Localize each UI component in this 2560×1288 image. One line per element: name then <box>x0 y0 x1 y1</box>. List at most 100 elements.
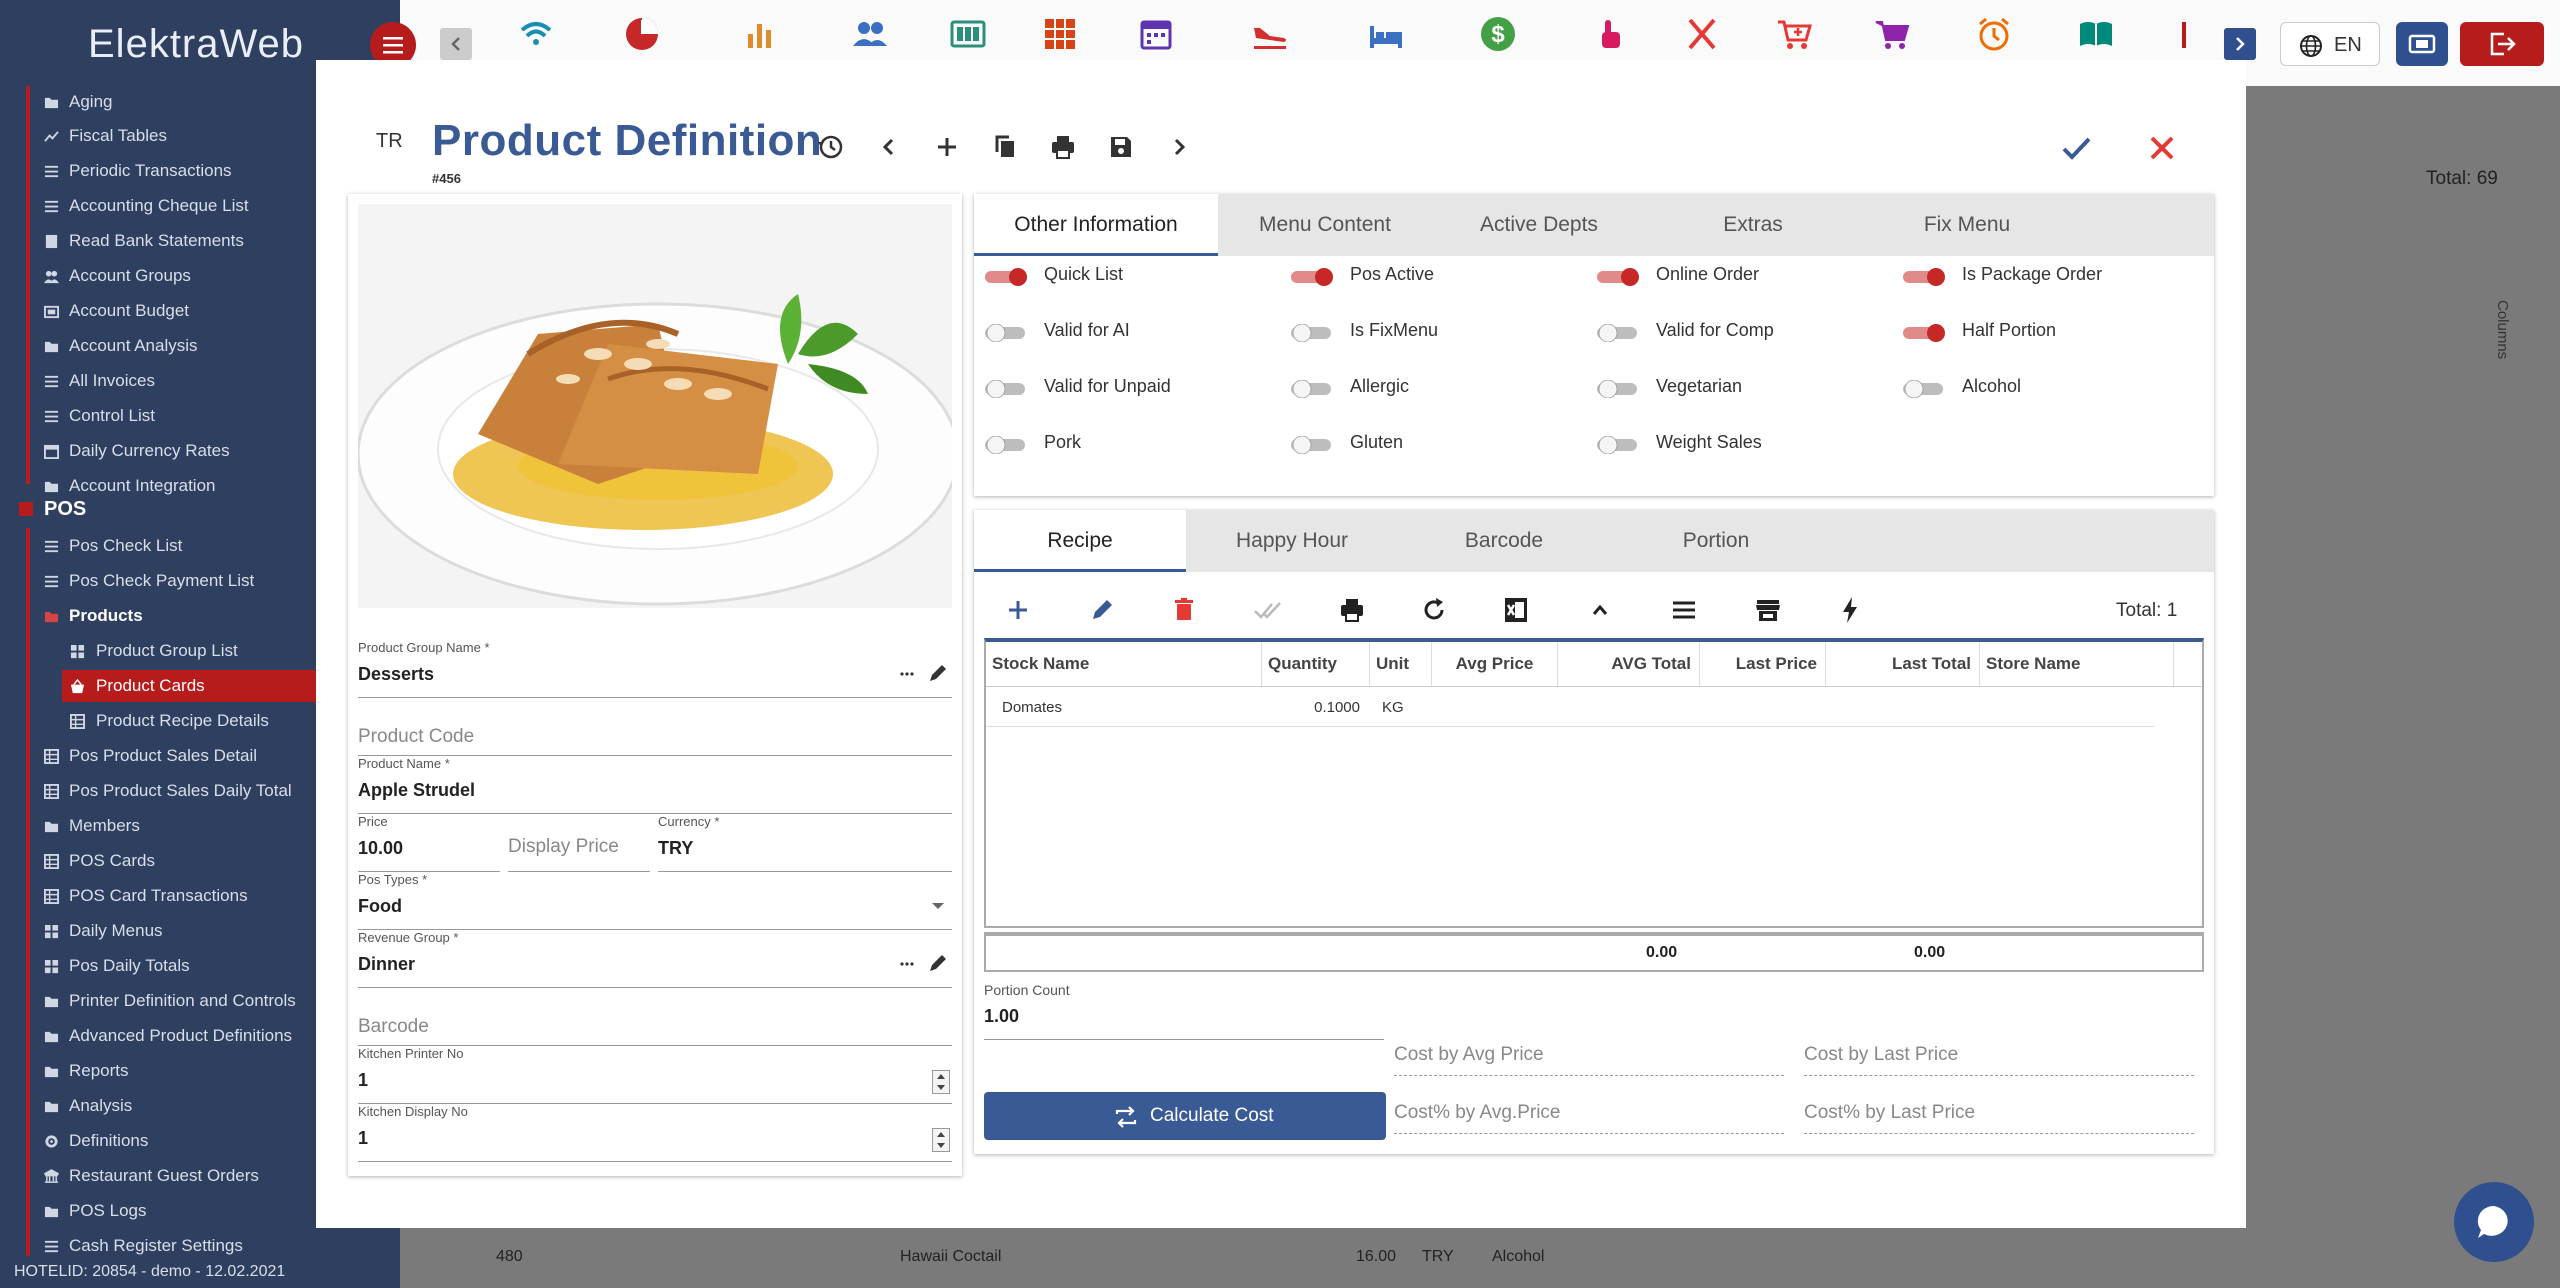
export-excel-button[interactable] <box>1500 594 1532 626</box>
price-input[interactable]: Price 10.00 <box>358 814 500 872</box>
more-icon[interactable] <box>2168 14 2208 54</box>
col-avg-total[interactable]: AVG Total <box>1558 642 1700 686</box>
globe-icon <box>2300 35 2322 57</box>
refresh-button[interactable] <box>1418 594 1450 626</box>
dollar-icon[interactable]: $ <box>1478 14 1518 54</box>
folder-icon <box>44 341 59 353</box>
edit-row-button[interactable] <box>1086 594 1118 626</box>
next-record-button[interactable] <box>1162 130 1196 164</box>
tab-happy-hour[interactable]: Happy Hour <box>1186 510 1398 572</box>
print-button[interactable] <box>1046 130 1080 164</box>
calendar-icon[interactable] <box>1136 14 1176 54</box>
pos-types-select[interactable]: Pos Types * Food <box>358 872 952 930</box>
store-button[interactable] <box>1752 594 1784 626</box>
tab-extras[interactable]: Extras <box>1646 194 1860 256</box>
copy-icon <box>995 135 1014 157</box>
cost-percent-avg-price-field[interactable]: Cost% by Avg.Price <box>1394 1094 1784 1134</box>
flash-button[interactable] <box>1834 594 1866 626</box>
kitchen-display-stepper[interactable]: Kitchen Display No 1 <box>358 1104 952 1162</box>
tab-menu-content[interactable]: Menu Content <box>1218 194 1432 256</box>
product-name-input[interactable]: Product Name * Apple Strudel <box>358 756 952 814</box>
col-last-price[interactable]: Last Price <box>1700 642 1826 686</box>
cutlery-icon[interactable] <box>1682 14 1722 54</box>
barcode-input[interactable]: Barcode <box>358 988 952 1046</box>
col-quantity[interactable]: Quantity <box>1262 642 1370 686</box>
cost-by-last-price-field[interactable]: Cost by Last Price <box>1804 1036 2194 1076</box>
toolbar-prev-button[interactable] <box>440 28 472 60</box>
cash-register-button[interactable] <box>2396 22 2448 66</box>
kitchen-printer-stepper[interactable]: Kitchen Printer No 1 <box>358 1046 952 1104</box>
print-grid-button[interactable] <box>1336 594 1368 626</box>
trash-icon <box>1175 598 1193 620</box>
alarm-icon[interactable] <box>1974 14 2014 54</box>
switch-icon <box>1291 436 1331 454</box>
confirm-button[interactable] <box>2056 128 2096 168</box>
display-price-input[interactable]: Display Price <box>508 814 650 872</box>
chevron-up-icon <box>1592 604 1608 615</box>
toggle-label: Half Portion <box>1962 320 2057 340</box>
cell-stock-name[interactable]: Domates <box>1002 692 1062 724</box>
cart-icon[interactable] <box>1872 14 1912 54</box>
language-tag[interactable]: TR <box>376 130 403 153</box>
lookup-and-edit-icons[interactable] <box>896 662 948 686</box>
book-icon[interactable] <box>2076 14 2116 54</box>
product-group-field[interactable]: Product Group Name * Desserts <box>358 640 952 698</box>
cell-unit[interactable]: KG <box>1382 692 1404 724</box>
menu-lines-button[interactable] <box>1668 594 1700 626</box>
tab-recipe[interactable]: Recipe <box>974 510 1186 572</box>
footer-avg-total: 0.00 <box>1646 944 1678 961</box>
add-row-button[interactable] <box>1002 594 1034 626</box>
add-record-button[interactable] <box>930 130 964 164</box>
columns-toggle[interactable]: Columns <box>2490 290 2520 410</box>
currency-field[interactable]: Currency * TRY <box>658 814 952 872</box>
switch-icon <box>1903 268 1945 286</box>
save-button[interactable] <box>1104 130 1138 164</box>
approve-button[interactable] <box>1252 594 1284 626</box>
col-unit[interactable]: Unit <box>1370 642 1432 686</box>
portion-count-input[interactable]: Portion Count 1.00 <box>984 982 1384 1040</box>
grid-panel-icon[interactable] <box>948 14 988 54</box>
language-button[interactable]: EN <box>2280 22 2380 66</box>
cell-quantity[interactable]: 0.1000 <box>1262 692 1360 724</box>
close-button[interactable] <box>2142 128 2182 168</box>
tab-active-depts[interactable]: Active Depts <box>1432 194 1646 256</box>
chat-button[interactable] <box>2454 1182 2534 1262</box>
logout-button[interactable] <box>2460 22 2544 66</box>
previous-record-button[interactable] <box>872 130 906 164</box>
collapse-button[interactable] <box>1584 594 1616 626</box>
bed-icon[interactable] <box>1366 14 1406 54</box>
pie-chart-icon[interactable] <box>622 14 662 54</box>
tab-portion[interactable]: Portion <box>1610 510 1822 572</box>
col-last-total[interactable]: Last Total <box>1826 642 1980 686</box>
cart-plus-icon[interactable] <box>1774 14 1814 54</box>
col-stock-name[interactable]: Stock Name <box>986 642 1262 686</box>
plane-landing-icon[interactable] <box>1250 14 1290 54</box>
history-button[interactable] <box>814 130 848 164</box>
calculate-cost-button[interactable]: Calculate Cost <box>984 1092 1386 1140</box>
stepper-arrows-icon[interactable] <box>932 1128 950 1152</box>
print-icon <box>1052 136 1074 159</box>
wifi-icon[interactable] <box>516 14 556 54</box>
col-avg-price[interactable]: Avg Price <box>1432 642 1558 686</box>
toggle-label: Allergic <box>1350 376 1410 396</box>
delete-row-button[interactable] <box>1168 594 1200 626</box>
product-photo[interactable] <box>358 204 952 608</box>
list-icon <box>44 575 59 588</box>
product-code-input[interactable]: Product Code <box>358 698 952 756</box>
info-tabs: Other Information Menu Content Active De… <box>974 194 2214 256</box>
bar-chart-icon[interactable] <box>740 14 780 54</box>
stepper-arrows-icon[interactable] <box>932 1070 950 1094</box>
col-store-name[interactable]: Store Name <box>1980 642 2174 686</box>
calendar-grid-icon[interactable] <box>1040 14 1080 54</box>
tab-barcode[interactable]: Barcode <box>1398 510 1610 572</box>
copy-record-button[interactable] <box>988 130 1022 164</box>
revenue-group-field[interactable]: Revenue Group * Dinner <box>358 930 952 988</box>
cost-by-avg-price-field[interactable]: Cost by Avg Price <box>1394 1036 1784 1076</box>
hand-point-icon[interactable] <box>1590 14 1630 54</box>
tab-fix-menu[interactable]: Fix Menu <box>1860 194 2074 256</box>
cost-percent-last-price-field[interactable]: Cost% by Last Price <box>1804 1094 2194 1134</box>
toolbar-next-button[interactable] <box>2224 28 2256 60</box>
tab-other-information[interactable]: Other Information <box>974 194 1218 256</box>
lookup-and-edit-icons[interactable] <box>896 952 948 976</box>
people-icon[interactable] <box>850 14 890 54</box>
